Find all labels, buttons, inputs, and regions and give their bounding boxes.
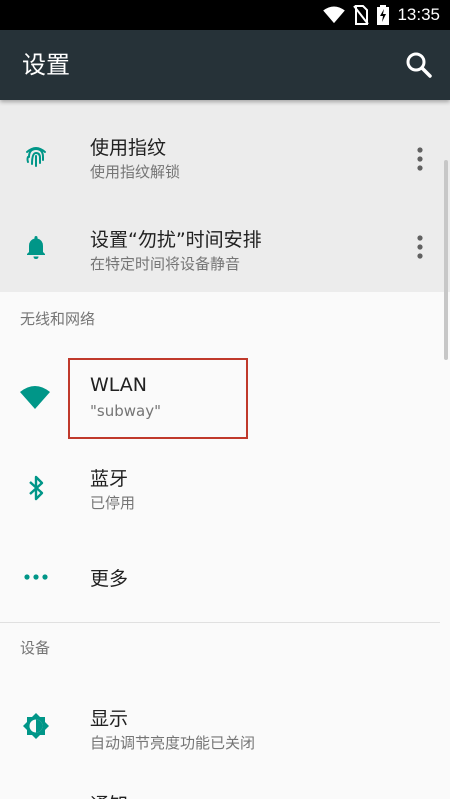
page-title: 设置 bbox=[22, 51, 70, 79]
app-bar: 设置 bbox=[0, 30, 450, 100]
status-icons: 13:35 bbox=[323, 0, 440, 30]
bell-icon bbox=[27, 236, 45, 259]
settings-item-title: 更多 bbox=[90, 568, 129, 590]
settings-item-notifications[interactable]: 通知 bbox=[0, 776, 440, 799]
suggestion-subtitle: 在特定时间将设备静音 bbox=[90, 255, 241, 273]
more-horizontal-icon bbox=[24, 574, 48, 580]
wifi-icon bbox=[323, 6, 346, 24]
section-divider bbox=[0, 622, 440, 623]
section-header-wireless: 无线和网络 bbox=[20, 310, 96, 328]
search-icon bbox=[406, 52, 432, 78]
overflow-menu-icon[interactable] bbox=[410, 234, 430, 260]
suggestion-title: 设置“勿扰”时间安排 bbox=[90, 229, 262, 251]
settings-item-title: 通知 bbox=[90, 790, 128, 799]
settings-item-title: 蓝牙 bbox=[90, 468, 129, 490]
settings-list: 使用指纹 使用指纹解锁 设置“勿扰”时间安排 在特定时间将设备静音 无线和网络 … bbox=[0, 100, 450, 799]
battery-charging-icon bbox=[377, 5, 390, 25]
bluetooth-icon bbox=[29, 475, 44, 501]
brightness-icon bbox=[23, 713, 49, 739]
scrollbar[interactable] bbox=[444, 160, 448, 360]
settings-item-bluetooth[interactable]: 蓝牙 已停用 bbox=[0, 442, 440, 534]
search-button[interactable] bbox=[402, 48, 436, 82]
settings-item-title: 显示 bbox=[90, 708, 129, 730]
suggestion-do-not-disturb[interactable]: 设置“勿扰”时间安排 在特定时间将设备静音 bbox=[0, 196, 440, 292]
wifi-icon bbox=[20, 386, 50, 409]
overflow-menu-icon[interactable] bbox=[410, 146, 430, 172]
settings-item-subtitle: 自动调节亮度功能已关闭 bbox=[90, 734, 256, 752]
no-sim-icon bbox=[353, 5, 370, 25]
section-header-device: 设备 bbox=[20, 639, 51, 657]
suggestion-title: 使用指纹 bbox=[90, 137, 167, 159]
settings-item-subtitle: 已停用 bbox=[90, 494, 136, 512]
suggestion-subtitle: 使用指纹解锁 bbox=[90, 163, 181, 181]
suggestion-fingerprint[interactable]: 使用指纹 使用指纹解锁 bbox=[0, 100, 440, 196]
wlan-highlight-box bbox=[68, 358, 248, 439]
status-bar: 13:35 bbox=[0, 0, 450, 30]
fingerprint-icon bbox=[26, 147, 46, 167]
settings-item-display[interactable]: 显示 自动调节亮度功能已关闭 bbox=[0, 680, 440, 776]
status-time: 13:35 bbox=[397, 5, 440, 24]
settings-item-more[interactable]: 更多 bbox=[0, 534, 440, 620]
